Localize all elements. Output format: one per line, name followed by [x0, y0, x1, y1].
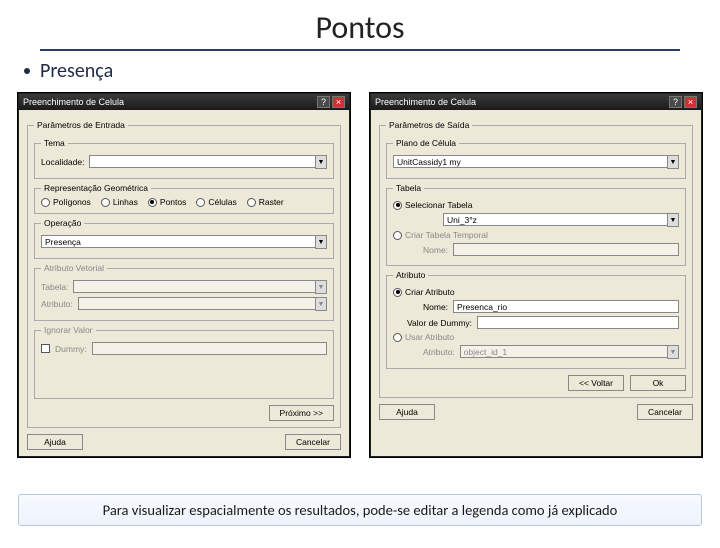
dialog-title: Preenchimento de Celula	[23, 97, 124, 107]
close-icon[interactable]: ×	[684, 96, 697, 108]
usar-atributo-value: object_id_1	[460, 345, 667, 358]
radio-criar-temporal[interactable]: Criar Tabela Temporal	[393, 230, 679, 240]
atributo-dropdown: ▼	[78, 297, 327, 311]
chevron-down-icon: ▼	[315, 280, 327, 294]
radio-label: Células	[208, 197, 236, 207]
label: Tabela:	[41, 282, 68, 292]
footer-note: Para visualizar espacialmente os resulta…	[18, 494, 702, 526]
group-label: Tema	[41, 138, 68, 148]
operacao-dropdown[interactable]: Presença ▼	[41, 235, 327, 249]
radio-celulas[interactable]: Células	[196, 197, 236, 207]
radio-usar-atributo[interactable]: Usar Atributo	[393, 332, 679, 342]
group-tema: Tema Localidade: ▼	[34, 138, 334, 179]
ignorar-checkbox	[41, 344, 50, 353]
radio-pontos[interactable]: Pontos	[148, 197, 186, 207]
label: Atributo:	[41, 299, 73, 309]
bullet-dot-icon	[24, 68, 30, 74]
tema-value	[89, 155, 315, 168]
chevron-down-icon: ▼	[667, 345, 679, 359]
titlebar: Preenchimento de Celula ? ×	[371, 94, 701, 110]
group-label: Parâmetros de Entrada	[34, 120, 128, 130]
group-parametros-entrada: Parâmetros de Entrada Tema Localidade: ▼…	[27, 120, 341, 428]
group-label: Tabela	[393, 183, 424, 193]
bullet-text: Presença	[40, 59, 113, 83]
valor-dummy-input[interactable]	[477, 316, 679, 329]
group-ignorar-valor: Ignorar Valor Dummy:	[34, 325, 334, 399]
dialog-preenchimento-1: Preenchimento de Celula ? × Parâmetros d…	[18, 93, 350, 457]
radio-raster[interactable]: Raster	[247, 197, 284, 207]
radio-label: Raster	[259, 197, 284, 207]
chevron-down-icon[interactable]: ▼	[315, 235, 327, 249]
group-label: Representação Geométrica	[41, 183, 151, 193]
radio-label: Selecionar Tabela	[405, 200, 472, 210]
radio-label: Usar Atributo	[405, 332, 454, 342]
dialog-title: Preenchimento de Celula	[375, 97, 476, 107]
radio-label: Polígonos	[53, 197, 91, 207]
close-icon[interactable]: ×	[332, 96, 345, 108]
label: Nome:	[423, 245, 448, 255]
group-label: Ignorar Valor	[41, 325, 96, 335]
radio-label: Criar Tabela Temporal	[405, 230, 488, 240]
group-tabela: Tabela Selecionar Tabela Uni_3°z ▼ Criar	[386, 183, 686, 266]
group-label: Plano de Célula	[393, 138, 459, 148]
group-operacao: Operação Presença ▼	[34, 218, 334, 259]
group-parametros-saida: Parâmetros de Saída Plano de Célula Unit…	[379, 120, 693, 398]
tabela-select-dropdown[interactable]: Uni_3°z ▼	[443, 213, 679, 227]
group-representacao: Representação Geométrica Polígonos Linha…	[34, 183, 334, 214]
titlebar: Preenchimento de Celula ? ×	[19, 94, 349, 110]
group-plano-celula: Plano de Célula UnitCassidy1 my ▼	[386, 138, 686, 179]
help-icon[interactable]: ?	[669, 96, 682, 108]
radio-poligonos[interactable]: Polígonos	[41, 197, 91, 207]
radio-linhas[interactable]: Linhas	[101, 197, 138, 207]
radio-criar-atributo[interactable]: Criar Atributo	[393, 287, 679, 297]
help-icon[interactable]: ?	[317, 96, 330, 108]
tema-dropdown[interactable]: ▼	[89, 155, 327, 169]
atributo-nome-input[interactable]: Presenca_rio	[453, 300, 679, 313]
label: Nome:	[423, 302, 448, 312]
tabela-select-value: Uni_3°z	[443, 213, 667, 226]
label: Valor de Dummy:	[407, 318, 472, 328]
dummy-input	[92, 342, 327, 355]
ajuda-button[interactable]: Ajuda	[379, 404, 435, 420]
usar-atributo-dropdown: object_id_1 ▼	[460, 345, 679, 359]
chevron-down-icon: ▼	[315, 297, 327, 311]
operacao-value: Presença	[41, 235, 315, 248]
dialogs-area: Preenchimento de Celula ? × Parâmetros d…	[0, 83, 720, 457]
group-label: Atributo Vetorial	[41, 263, 107, 273]
group-label: Atributo	[393, 270, 428, 280]
voltar-button[interactable]: << Voltar	[568, 375, 624, 391]
slide-title: Pontos	[40, 8, 680, 51]
label: Dummy:	[55, 344, 87, 354]
ajuda-button[interactable]: Ajuda	[27, 434, 83, 450]
bullet-list: Presença	[24, 59, 720, 83]
tema-label: Localidade:	[41, 157, 84, 167]
group-label: Parâmetros de Saída	[386, 120, 472, 130]
group-atributo-vetorial: Atributo Vetorial Tabela: ▼ Atributo: ▼	[34, 263, 334, 321]
chevron-down-icon[interactable]: ▼	[667, 155, 679, 169]
dialog-preenchimento-2: Preenchimento de Celula ? × Parâmetros d…	[370, 93, 702, 457]
chevron-down-icon[interactable]: ▼	[315, 155, 327, 169]
radio-label: Criar Atributo	[405, 287, 455, 297]
group-atributo: Atributo Criar Atributo Nome: Presenca_r…	[386, 270, 686, 369]
cancelar-button[interactable]: Cancelar	[637, 404, 693, 420]
cancelar-button[interactable]: Cancelar	[285, 434, 341, 450]
chevron-down-icon[interactable]: ▼	[667, 213, 679, 227]
radio-selecionar-tabela[interactable]: Selecionar Tabela	[393, 200, 679, 210]
label: Atributo:	[423, 347, 455, 357]
plano-value: UnitCassidy1 my	[393, 155, 667, 168]
nome-temporal-input	[453, 243, 679, 256]
proximo-button[interactable]: Próximo >>	[269, 405, 334, 421]
ok-button[interactable]: Ok	[630, 375, 686, 391]
tabela-dropdown: ▼	[73, 280, 327, 294]
radio-label: Linhas	[113, 197, 138, 207]
plano-dropdown[interactable]: UnitCassidy1 my ▼	[393, 155, 679, 169]
radio-label: Pontos	[160, 197, 186, 207]
bullet-item: Presença	[24, 59, 720, 83]
group-label: Operação	[41, 218, 84, 228]
